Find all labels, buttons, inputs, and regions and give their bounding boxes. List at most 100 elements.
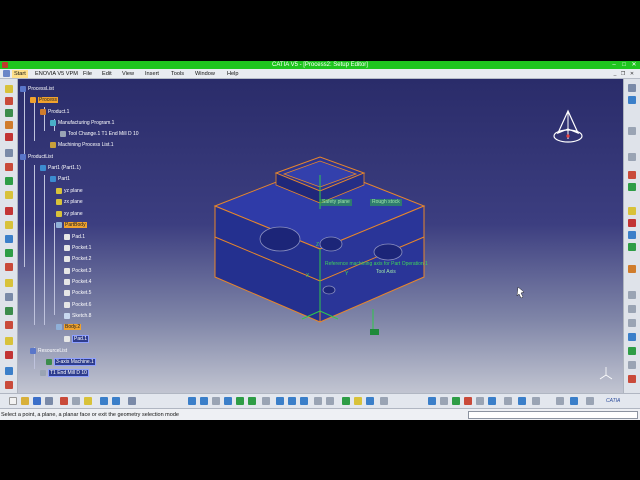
cursor-icon[interactable] — [628, 127, 636, 135]
table-icon[interactable] — [556, 397, 564, 405]
facing-icon[interactable] — [5, 191, 13, 199]
menu-edit[interactable]: Edit — [102, 70, 112, 78]
pan-icon[interactable] — [212, 397, 220, 405]
depth-effect-icon[interactable] — [366, 397, 374, 405]
normal-view-icon[interactable] — [262, 397, 270, 405]
measure-between-icon[interactable] — [464, 397, 472, 405]
reaming-icon[interactable] — [5, 307, 13, 315]
part-operation-icon[interactable] — [5, 85, 13, 93]
sketch-icon[interactable] — [628, 96, 636, 104]
formula-icon[interactable] — [532, 397, 540, 405]
machine-icon[interactable] — [5, 109, 13, 117]
shading-icon[interactable] — [300, 397, 308, 405]
stock-icon[interactable] — [628, 171, 636, 179]
menu-file[interactable]: File — [83, 70, 92, 78]
menu-help[interactable]: Help — [227, 70, 239, 78]
maximize-icon[interactable]: □ — [620, 62, 628, 68]
documentation-icon[interactable] — [628, 361, 636, 369]
rotate-icon[interactable] — [224, 397, 232, 405]
catalog-icon[interactable] — [628, 375, 636, 383]
document-icon[interactable] — [3, 70, 10, 77]
close-icon[interactable]: ✕ — [630, 62, 638, 68]
ground-icon[interactable] — [380, 397, 388, 405]
sweeping-icon[interactable] — [5, 235, 13, 243]
paste-icon[interactable] — [84, 397, 92, 405]
command-input[interactable] — [468, 411, 638, 419]
lighting-icon[interactable] — [354, 397, 362, 405]
operation-icon[interactable] — [5, 133, 13, 141]
apply-material-icon[interactable] — [476, 397, 484, 405]
hide-show-icon[interactable] — [314, 397, 322, 405]
pocketing-icon[interactable] — [5, 177, 13, 185]
print-icon[interactable] — [45, 397, 53, 405]
transparency-icon[interactable] — [342, 397, 350, 405]
multi-view-icon[interactable] — [276, 397, 284, 405]
nc-output-icon[interactable] — [5, 381, 13, 389]
rough-stock-label[interactable]: Rough stock — [370, 199, 402, 206]
cutting-condition-icon[interactable] — [628, 347, 636, 355]
pocket-hole-right[interactable] — [373, 243, 403, 261]
replay-icon[interactable] — [628, 291, 636, 299]
menu-tools[interactable]: Tools — [171, 70, 184, 78]
tool-axis-label[interactable]: Tool Axis — [374, 269, 398, 276]
copy-icon[interactable] — [72, 397, 80, 405]
manufacturing-program-icon[interactable] — [5, 97, 13, 105]
zoom-out-icon[interactable] — [248, 397, 256, 405]
mdi-minimize-icon[interactable]: _ — [612, 71, 618, 77]
geometry-icon[interactable] — [5, 149, 13, 157]
profile-contouring-icon[interactable] — [5, 207, 13, 215]
tap-icon[interactable] — [5, 279, 13, 287]
menu-insert[interactable]: Insert — [145, 70, 159, 78]
3d-viewport[interactable]: ProcessList Process Product.1 Manufactur… — [18, 79, 623, 401]
boring-icon[interactable] — [5, 293, 13, 301]
reference-axis-label[interactable]: Reference machining axis for Part Operat… — [323, 261, 430, 268]
graph-icon[interactable] — [570, 397, 578, 405]
video-icon[interactable] — [628, 305, 636, 313]
spiral-milling-icon[interactable] — [5, 263, 13, 271]
menu-start[interactable]: Start — [12, 70, 28, 78]
compute-toolpath-icon[interactable] — [628, 265, 636, 273]
check-icon[interactable] — [586, 397, 594, 405]
pocket-hole-large[interactable] — [259, 226, 301, 252]
mdi-restore-icon[interactable]: ❐ — [620, 71, 626, 77]
zoom-in-icon[interactable] — [236, 397, 244, 405]
apt-output-icon[interactable] — [628, 333, 636, 341]
select-icon[interactable] — [628, 84, 636, 92]
drilling-icon[interactable] — [5, 163, 13, 171]
compass-toggle-icon[interactable] — [440, 397, 448, 405]
roughing-icon[interactable] — [5, 221, 13, 229]
measure-icon[interactable] — [628, 153, 636, 161]
axis-system-icon[interactable] — [452, 397, 460, 405]
undo-icon[interactable] — [100, 397, 108, 405]
compass-icon[interactable] — [552, 109, 584, 149]
knowledge-icon[interactable] — [504, 397, 512, 405]
fly-mode-icon[interactable] — [188, 397, 196, 405]
new-icon[interactable] — [9, 397, 17, 405]
mdi-close-icon[interactable]: ✕ — [629, 71, 635, 77]
menu-enovia[interactable]: ENOVIA V5 VPM — [35, 70, 78, 78]
redo-icon[interactable] — [112, 397, 120, 405]
design-part-icon[interactable] — [628, 183, 636, 191]
save-icon[interactable] — [33, 397, 41, 405]
open-icon[interactable] — [21, 397, 29, 405]
zlevel-icon[interactable] — [5, 249, 13, 257]
tool-query-icon[interactable] — [628, 231, 636, 239]
whats-this-icon[interactable] — [128, 397, 136, 405]
menu-view[interactable]: View — [122, 70, 134, 78]
tool-change-icon[interactable] — [5, 121, 13, 129]
safety-plane-label[interactable]: Safety plane — [320, 199, 352, 206]
pocket-hole-small[interactable] — [322, 285, 336, 295]
thread-icon[interactable] — [5, 351, 13, 359]
analysis-icon[interactable] — [628, 319, 636, 327]
swap-space-icon[interactable] — [326, 397, 334, 405]
part-geometry[interactable] — [18, 79, 623, 401]
fixture-icon[interactable] — [628, 219, 636, 227]
countersink-icon[interactable] — [5, 321, 13, 329]
chamfer-icon[interactable] — [5, 337, 13, 345]
catalog-browser-icon[interactable] — [488, 397, 496, 405]
parameters-icon[interactable] — [518, 397, 526, 405]
snap-icon[interactable] — [428, 397, 436, 405]
simulation-icon[interactable] — [5, 367, 13, 375]
iso-view-icon[interactable] — [288, 397, 296, 405]
transition-icon[interactable] — [628, 243, 636, 251]
